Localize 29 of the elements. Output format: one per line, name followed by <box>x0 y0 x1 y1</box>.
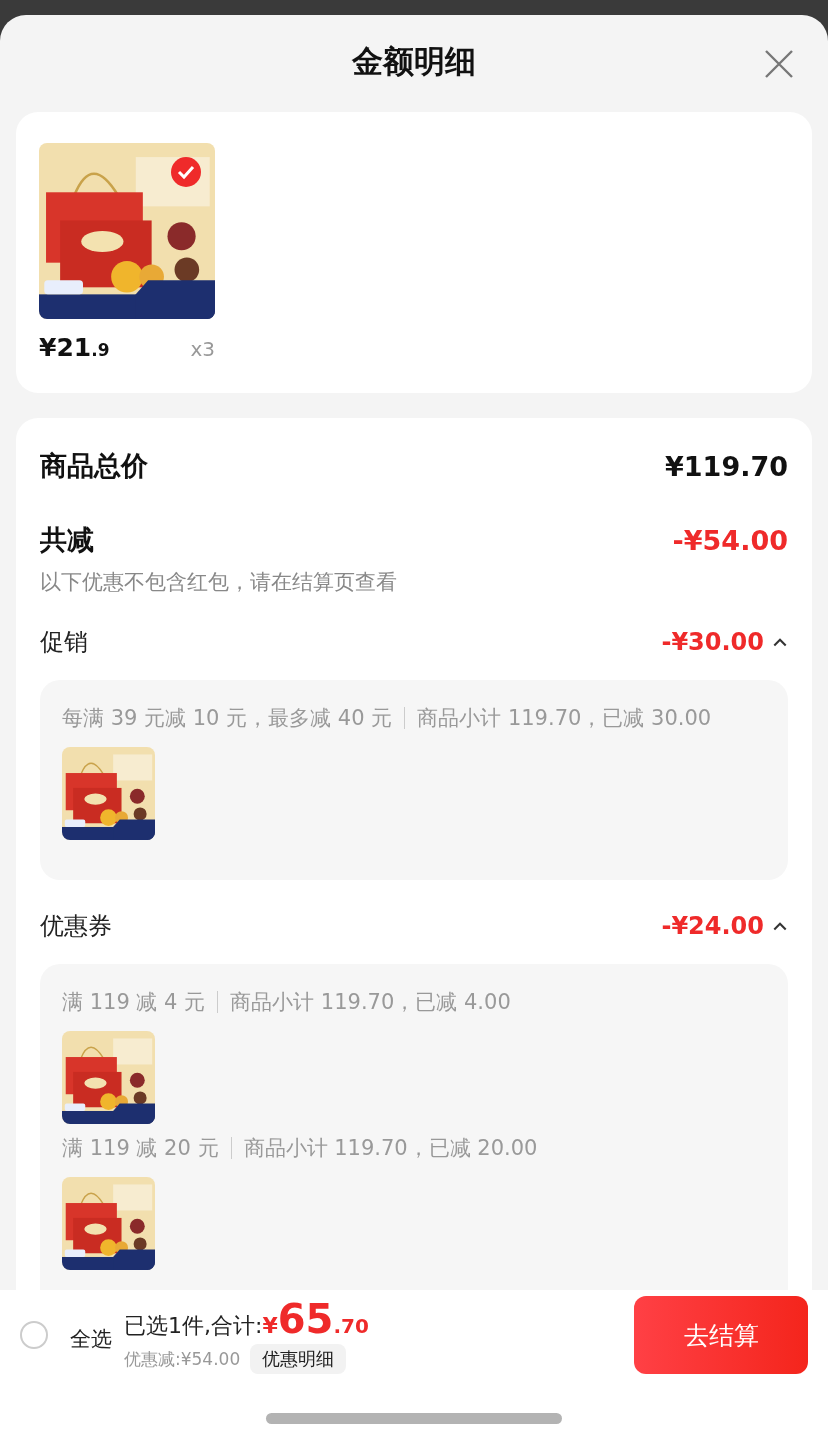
section-label: 促销 <box>40 627 88 658</box>
checkout-button[interactable]: 去结算 <box>634 1296 808 1374</box>
section-label: 优惠券 <box>40 911 112 942</box>
total-amount: ¥65.70 <box>262 1296 369 1342</box>
section-amount: -¥24.00 <box>661 912 764 940</box>
rule-subtotal: 商品小计 119.70，已减 30.00 <box>417 705 712 732</box>
rule-subtotal: 商品小计 119.70，已减 4.00 <box>230 989 511 1016</box>
discount-value: -¥54.00 <box>672 524 788 556</box>
selected-summary: 已选1件,合计: <box>124 1312 263 1340</box>
rule-condition: 满 119 减 4 元 <box>62 989 206 1016</box>
sheet-title: 金额明细 <box>352 42 476 81</box>
rule-condition: 满 119 减 20 元 <box>62 1135 219 1162</box>
total-label: 商品总价 <box>40 449 148 483</box>
checkmark-icon[interactable] <box>171 157 201 187</box>
rule-condition: 每满 39 元减 10 元，最多减 40 元 <box>62 705 393 732</box>
product-quantity: x3 <box>190 337 215 361</box>
close-icon[interactable] <box>764 49 794 79</box>
discount-summary: 优惠减:¥54.00 <box>124 1347 241 1371</box>
discount-note: 以下优惠不包含红包，请在结算页查看 <box>40 569 398 596</box>
chevron-icon[interactable] <box>772 920 788 932</box>
total-value: ¥119.70 <box>665 450 788 482</box>
select-all-label: 全选 <box>70 1326 112 1353</box>
section-amount: -¥30.00 <box>661 628 764 656</box>
product-price: ¥21.9 <box>39 333 110 362</box>
chevron-icon[interactable] <box>772 636 788 648</box>
rule-subtotal: 商品小计 119.70，已减 20.00 <box>243 1135 538 1162</box>
discount-details-button[interactable]: 优惠明细 <box>250 1344 347 1374</box>
discount-label: 共减 <box>40 523 94 557</box>
select-all-radio[interactable] <box>20 1321 48 1349</box>
